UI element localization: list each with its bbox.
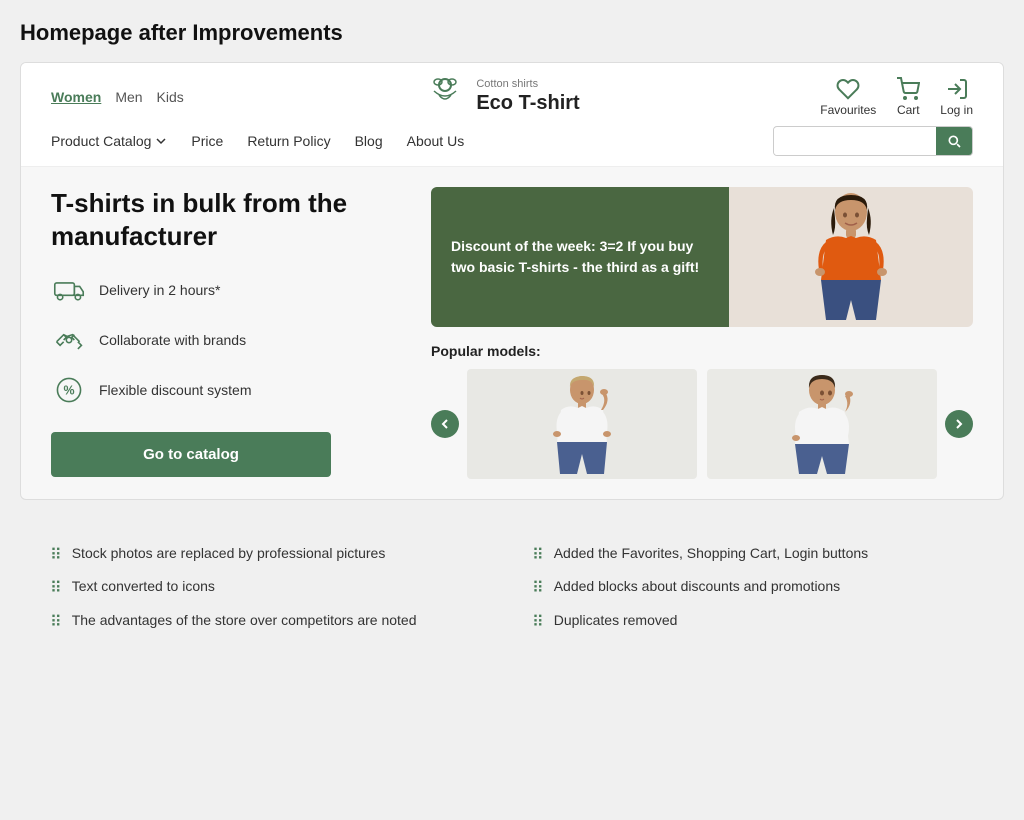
search-button[interactable] bbox=[936, 127, 972, 155]
improvement-item-5: ⠿ Added blocks about discounts and promo… bbox=[532, 577, 974, 600]
feature-delivery-text: Delivery in 2 hours* bbox=[99, 282, 220, 298]
cart-label: Cart bbox=[897, 103, 920, 117]
bullet-icon-5: ⠿ bbox=[532, 578, 544, 600]
website-frame: Women Men Kids Cotton shirts bbox=[20, 62, 1004, 500]
favourites-button[interactable]: Favourites bbox=[820, 77, 876, 117]
search-input[interactable] bbox=[774, 128, 936, 155]
feature-brands-text: Collaborate with brands bbox=[99, 332, 246, 348]
feature-discount-text: Flexible discount system bbox=[99, 382, 252, 398]
gender-nav: Women Men Kids bbox=[51, 89, 184, 105]
improvement-text-3: The advantages of the store over competi… bbox=[72, 611, 417, 631]
main-content: T-shirts in bulk from the manufacturer D… bbox=[21, 167, 1003, 499]
improvement-text-1: Stock photos are replaced by professiona… bbox=[72, 544, 386, 564]
promo-text-box: Discount of the week: 3=2 If you buy two… bbox=[431, 187, 729, 327]
cart-button[interactable]: Cart bbox=[896, 77, 920, 117]
carousel-next-button[interactable] bbox=[945, 410, 973, 438]
nav-price[interactable]: Price bbox=[191, 133, 223, 149]
logo-sub: Cotton shirts bbox=[476, 78, 579, 91]
improvement-item-1: ⠿ Stock photos are replaced by professio… bbox=[50, 544, 492, 567]
chevron-right-icon bbox=[953, 418, 965, 430]
bullet-icon-3: ⠿ bbox=[50, 612, 62, 634]
logo-text-block: Cotton shirts Eco T-shirt bbox=[476, 78, 579, 115]
nav-women[interactable]: Women bbox=[51, 89, 101, 105]
nav-men[interactable]: Men bbox=[115, 89, 142, 105]
logo: Cotton shirts Eco T-shirt bbox=[424, 73, 579, 120]
carousel-card-1 bbox=[467, 369, 697, 479]
improvement-item-6: ⠿ Duplicates removed bbox=[532, 611, 974, 634]
nav-kids[interactable]: Kids bbox=[157, 89, 184, 105]
feature-discount: % Flexible discount system bbox=[51, 372, 411, 408]
header-actions: Favourites Cart Log in bbox=[820, 77, 973, 117]
logo-main: Eco T-shirt bbox=[476, 91, 579, 115]
nav-product-catalog[interactable]: Product Catalog bbox=[51, 133, 167, 149]
man-white-shirt-image bbox=[787, 372, 857, 477]
nav-blog[interactable]: Blog bbox=[355, 133, 383, 149]
feature-brands: Collaborate with brands bbox=[51, 322, 411, 358]
woman-white-shirt-image bbox=[547, 372, 617, 477]
bullet-icon-4: ⠿ bbox=[532, 545, 544, 567]
main-nav: Product Catalog Price Return Policy Blog… bbox=[51, 133, 464, 149]
hero-right: Discount of the week: 3=2 If you buy two… bbox=[431, 187, 973, 479]
favourites-label: Favourites bbox=[820, 103, 876, 117]
logo-icon bbox=[424, 73, 466, 120]
hero-title: T-shirts in bulk from the manufacturer bbox=[51, 187, 411, 252]
bullet-icon-2: ⠿ bbox=[50, 578, 62, 600]
header: Women Men Kids Cotton shirts bbox=[21, 63, 1003, 167]
header-top: Women Men Kids Cotton shirts bbox=[51, 73, 973, 120]
improvements-section: ⠿ Stock photos are replaced by professio… bbox=[20, 524, 1004, 654]
improvements-right: ⠿ Added the Favorites, Shopping Cart, Lo… bbox=[532, 544, 974, 644]
feature-delivery: Delivery in 2 hours* bbox=[51, 272, 411, 308]
improvement-text-6: Duplicates removed bbox=[554, 611, 678, 631]
improvement-item-2: ⠿ Text converted to icons bbox=[50, 577, 492, 600]
search-bar bbox=[773, 126, 973, 156]
chevron-left-icon bbox=[439, 418, 451, 430]
header-bottom: Product Catalog Price Return Policy Blog… bbox=[51, 126, 973, 156]
page-title: Homepage after Improvements bbox=[20, 20, 1004, 46]
improvement-text-2: Text converted to icons bbox=[72, 577, 215, 597]
popular-section-label: Popular models: bbox=[431, 343, 973, 359]
nav-return-policy[interactable]: Return Policy bbox=[247, 133, 330, 149]
promo-image bbox=[729, 187, 973, 327]
improvement-item-4: ⠿ Added the Favorites, Shopping Cart, Lo… bbox=[532, 544, 974, 567]
woman-orange-shirt-image bbox=[801, 190, 901, 325]
carousel bbox=[431, 369, 973, 479]
hero-left: T-shirts in bulk from the manufacturer D… bbox=[51, 187, 431, 479]
login-button[interactable]: Log in bbox=[940, 77, 973, 117]
svg-text:%: % bbox=[63, 383, 74, 397]
chevron-down-icon bbox=[155, 135, 167, 147]
bullet-icon-6: ⠿ bbox=[532, 612, 544, 634]
go-to-catalog-button[interactable]: Go to catalog bbox=[51, 432, 331, 477]
discount-icon: % bbox=[51, 372, 87, 408]
promo-banner: Discount of the week: 3=2 If you buy two… bbox=[431, 187, 973, 327]
login-label: Log in bbox=[940, 103, 973, 117]
improvement-text-5: Added blocks about discounts and promoti… bbox=[554, 577, 840, 597]
promo-text: Discount of the week: 3=2 If you buy two… bbox=[451, 236, 709, 278]
bullet-icon-1: ⠿ bbox=[50, 545, 62, 567]
search-icon bbox=[946, 133, 962, 149]
improvement-text-4: Added the Favorites, Shopping Cart, Logi… bbox=[554, 544, 868, 564]
handshake-icon bbox=[51, 322, 87, 358]
feature-list: Delivery in 2 hours* Collaborate with br… bbox=[51, 272, 411, 408]
improvement-item-3: ⠿ The advantages of the store over compe… bbox=[50, 611, 492, 634]
carousel-prev-button[interactable] bbox=[431, 410, 459, 438]
carousel-card-2 bbox=[707, 369, 937, 479]
truck-icon bbox=[51, 272, 87, 308]
carousel-items bbox=[467, 369, 937, 479]
improvements-left: ⠿ Stock photos are replaced by professio… bbox=[50, 544, 492, 644]
nav-about-us[interactable]: About Us bbox=[407, 133, 465, 149]
